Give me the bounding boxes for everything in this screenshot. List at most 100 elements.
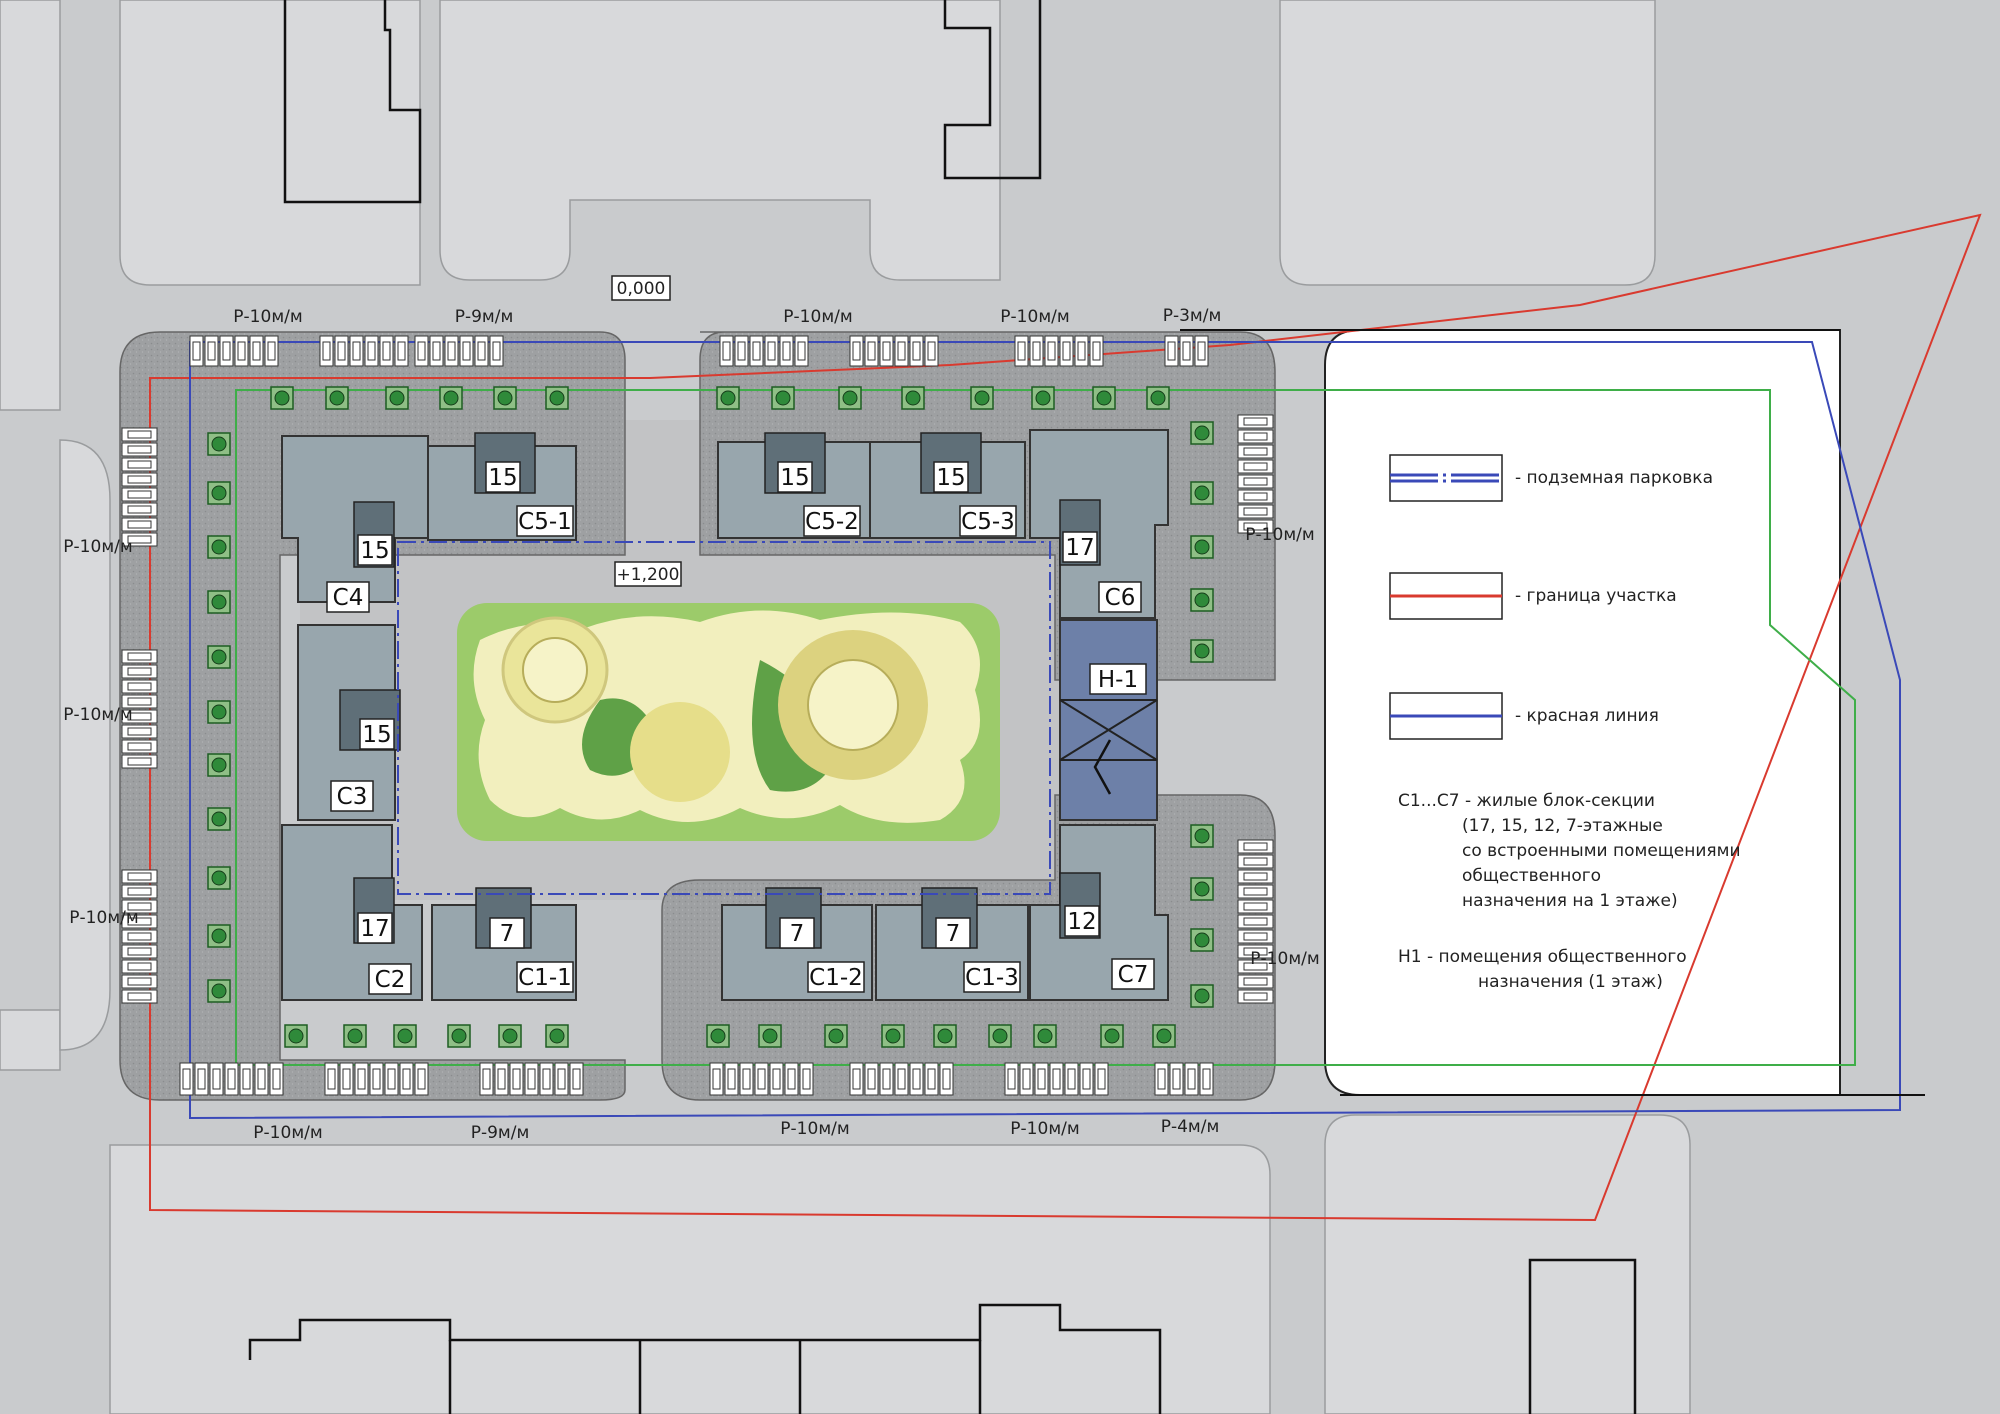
parking-stall [1194, 335, 1209, 367]
tree-icon [207, 924, 231, 948]
courtyard-garden [457, 603, 1000, 841]
tree-icon [1190, 928, 1214, 952]
tree-icon [1190, 639, 1214, 663]
parking-stall [1237, 854, 1274, 869]
svg-text:С5-2: С5-2 [805, 509, 859, 535]
parking-stall [1237, 989, 1274, 1004]
parking-stall [224, 1062, 239, 1096]
svg-text:общественного: общественного [1462, 866, 1601, 886]
tree-icon [881, 1024, 905, 1048]
tree-icon [1190, 824, 1214, 848]
svg-text:Н1 - помещения общественно: Н1 - помещения общественного [1398, 947, 1687, 967]
parking-stall [764, 335, 779, 367]
tree-icon [498, 1024, 522, 1048]
parking-stall [1199, 1062, 1214, 1096]
floor-count-label: 15 [357, 534, 393, 566]
svg-text:12: 12 [1067, 909, 1096, 935]
public-building-h1 [1059, 619, 1158, 821]
parking-stall [121, 739, 158, 754]
parking-stall [749, 335, 764, 367]
tree-icon [385, 386, 409, 410]
parking-stall [1237, 869, 1274, 884]
building-name-label: С4 [326, 581, 370, 613]
parking-stall [121, 664, 158, 679]
parking-stall [1237, 504, 1274, 519]
parking-stall [1237, 914, 1274, 929]
parking-stall [1004, 1062, 1019, 1096]
parking-stall [339, 1062, 354, 1096]
svg-text:17: 17 [360, 916, 389, 942]
parking-stall [849, 335, 864, 367]
parking-stall [879, 335, 894, 367]
parking-stall [739, 1062, 754, 1096]
parking-stall [121, 959, 158, 974]
parking-stall [479, 1062, 494, 1096]
svg-text:С1-3: С1-3 [965, 965, 1019, 991]
parking-stall [384, 1062, 399, 1096]
tree-icon [207, 481, 231, 505]
parking-stall [334, 335, 349, 367]
parking-label: Р-9м/м [471, 1123, 530, 1143]
parking-stall [324, 1062, 339, 1096]
building-name-label: С1-1 [516, 961, 574, 993]
parking-stall [1014, 335, 1029, 367]
svg-text:С4: С4 [333, 585, 364, 611]
parking-label: Р-10м/м [233, 307, 302, 327]
parking-stall [209, 1062, 224, 1096]
elevation-ground: 0,000 [611, 275, 671, 301]
parking-stall [121, 427, 158, 442]
parking-stall [909, 335, 924, 367]
parking-stall [1237, 414, 1274, 429]
parking-stall [924, 1062, 939, 1096]
parking-stall [489, 335, 504, 367]
parking-stall [1237, 474, 1274, 489]
parking-stall [1237, 429, 1274, 444]
tree-icon [545, 1024, 569, 1048]
tree-icon [207, 590, 231, 614]
floor-count-label: 17 [357, 912, 393, 944]
tree-icon [970, 386, 994, 410]
parking-stall [849, 1062, 864, 1096]
parking-stall [734, 335, 749, 367]
svg-text:Н-1: Н-1 [1098, 667, 1138, 693]
floor-count-label: 12 [1064, 905, 1100, 937]
parking-stall [364, 335, 379, 367]
tree-icon [207, 866, 231, 890]
parking-stall [1089, 335, 1104, 367]
parking-stall [1237, 884, 1274, 899]
svg-text:- граница участка: - граница участка [1515, 586, 1677, 606]
svg-text:15: 15 [936, 465, 965, 491]
building-name-label: С5-2 [803, 505, 861, 537]
parking-stall [754, 1062, 769, 1096]
parking-stall [784, 1062, 799, 1096]
parking-stall [924, 335, 939, 367]
parking-stall [1237, 489, 1274, 504]
parking-stall [1237, 899, 1274, 914]
svg-text:- подземная парковка: - подземная парковка [1515, 468, 1713, 488]
tree-icon [545, 386, 569, 410]
parking-stall [1044, 335, 1059, 367]
tree-icon [933, 1024, 957, 1048]
parking-stall [121, 487, 158, 502]
svg-text:С5-1: С5-1 [518, 509, 572, 535]
building-name-label: Н-1 [1089, 663, 1147, 695]
parking-stall [121, 649, 158, 664]
parking-stall [269, 1062, 284, 1096]
tree-icon [988, 1024, 1012, 1048]
parking-stall [121, 502, 158, 517]
parking-stall [354, 1062, 369, 1096]
parking-label: Р-10м/м [1245, 525, 1314, 545]
building-name-label: С7 [1111, 958, 1155, 990]
parking-stall [709, 1062, 724, 1096]
floor-count-label: 7 [935, 917, 971, 949]
parking-stall [121, 884, 158, 899]
floor-count-label: 7 [779, 917, 815, 949]
parking-stall [1064, 1062, 1079, 1096]
parking-stall [719, 335, 734, 367]
parking-stall [121, 457, 158, 472]
svg-text:С1-2: С1-2 [809, 965, 863, 991]
parking-stall [879, 1062, 894, 1096]
parking-stall [444, 335, 459, 367]
parking-stall [414, 1062, 429, 1096]
parking-stall [724, 1062, 739, 1096]
